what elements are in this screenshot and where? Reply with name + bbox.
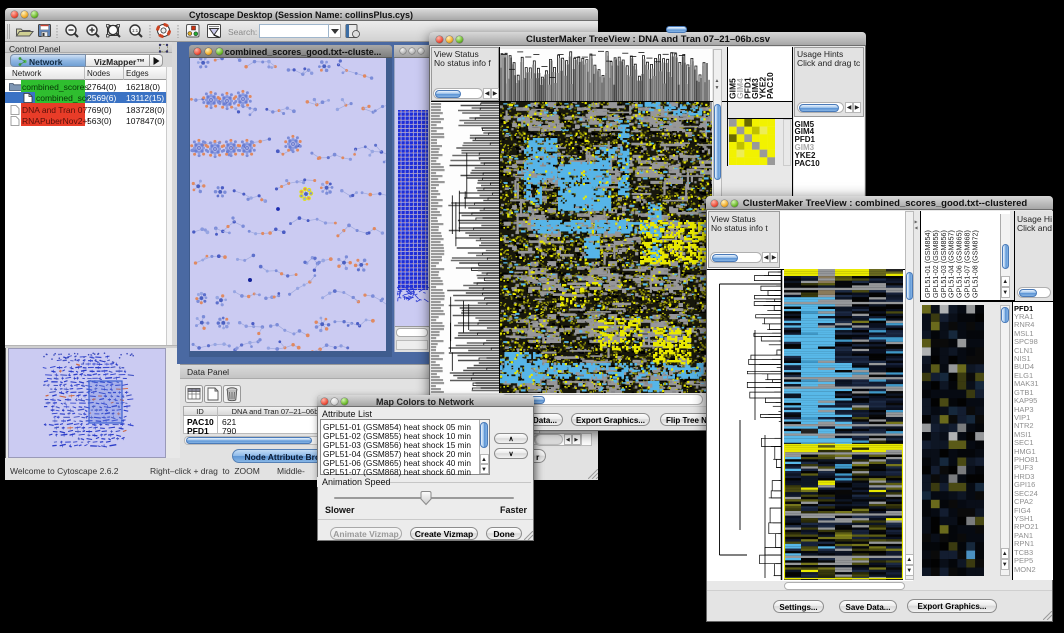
svg-text:1:1: 1:1 xyxy=(132,28,139,33)
svg-text:PAC10: PAC10 xyxy=(765,72,775,99)
